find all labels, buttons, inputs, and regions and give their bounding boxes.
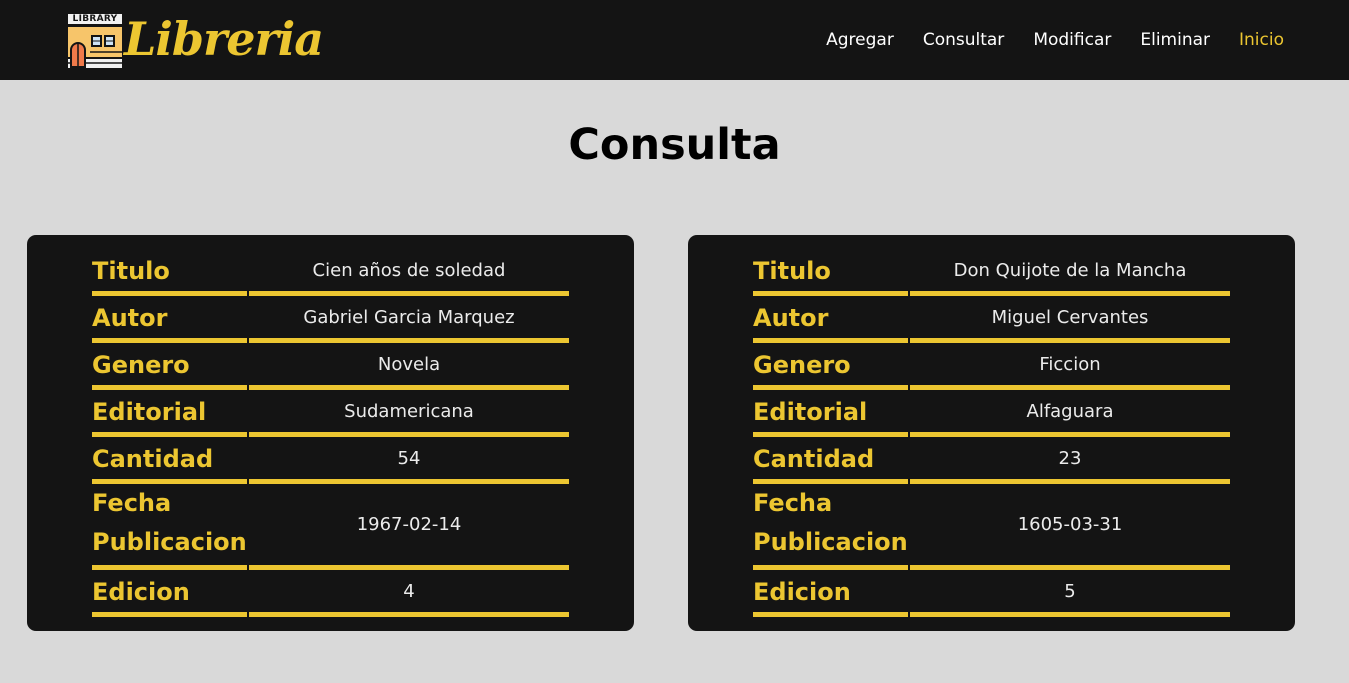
label-fecha-publicacion: Fecha Publicacion xyxy=(92,484,247,570)
book-details-table: Titulo Cien años de soledad Autor Gabrie… xyxy=(92,249,569,617)
value-cantidad: 23 xyxy=(910,437,1230,484)
label-cantidad: Cantidad xyxy=(92,437,247,484)
row-edicion: Edicion 5 xyxy=(753,570,1230,617)
row-cantidad: Cantidad 54 xyxy=(92,437,569,484)
row-genero: Genero Ficcion xyxy=(753,343,1230,390)
row-genero: Genero Novela xyxy=(92,343,569,390)
row-fecha-publicacion: Fecha Publicacion 1967-02-14 xyxy=(92,484,569,570)
row-titulo: Titulo Cien años de soledad xyxy=(92,249,569,296)
label-edicion: Edicion xyxy=(92,570,247,617)
nav-eliminar[interactable]: Eliminar xyxy=(1140,28,1210,52)
page-title: Consulta xyxy=(568,120,781,170)
main-nav: Agregar Consultar Modificar Eliminar Ini… xyxy=(826,28,1284,52)
nav-consultar[interactable]: Consultar xyxy=(923,28,1004,52)
nav-modificar[interactable]: Modificar xyxy=(1033,28,1111,52)
brand-name: Libreria xyxy=(124,12,324,66)
value-titulo: Cien años de soledad xyxy=(249,249,569,296)
label-titulo: Titulo xyxy=(753,249,908,296)
label-editorial: Editorial xyxy=(753,390,908,437)
row-autor: Autor Gabriel Garcia Marquez xyxy=(92,296,569,343)
nav-inicio[interactable]: Inicio xyxy=(1239,28,1284,52)
label-autor: Autor xyxy=(92,296,247,343)
book-card: Titulo Don Quijote de la Mancha Autor Mi… xyxy=(688,235,1295,631)
navbar: LIBRARY Libreria Agregar Consultar Modif… xyxy=(0,0,1349,80)
value-genero: Ficcion xyxy=(910,343,1230,390)
library-badge: LIBRARY xyxy=(66,12,124,26)
value-cantidad: 54 xyxy=(249,437,569,484)
label-edicion: Edicion xyxy=(753,570,908,617)
row-edicion: Edicion 4 xyxy=(92,570,569,617)
label-cantidad: Cantidad xyxy=(753,437,908,484)
book-details-table: Titulo Don Quijote de la Mancha Autor Mi… xyxy=(753,249,1230,617)
row-editorial: Editorial Alfaguara xyxy=(753,390,1230,437)
library-building-icon xyxy=(66,26,124,70)
nav-agregar[interactable]: Agregar xyxy=(826,28,894,52)
row-editorial: Editorial Sudamericana xyxy=(92,390,569,437)
value-titulo: Don Quijote de la Mancha xyxy=(910,249,1230,296)
value-editorial: Sudamericana xyxy=(249,390,569,437)
label-genero: Genero xyxy=(753,343,908,390)
label-fecha-publicacion: Fecha Publicacion xyxy=(753,484,908,570)
value-fecha-publicacion: 1605-03-31 xyxy=(910,484,1230,570)
value-edicion: 5 xyxy=(910,570,1230,617)
row-autor: Autor Miguel Cervantes xyxy=(753,296,1230,343)
value-autor: Miguel Cervantes xyxy=(910,296,1230,343)
label-genero: Genero xyxy=(92,343,247,390)
value-edicion: 4 xyxy=(249,570,569,617)
row-titulo: Titulo Don Quijote de la Mancha xyxy=(753,249,1230,296)
book-card: Titulo Cien años de soledad Autor Gabrie… xyxy=(27,235,634,631)
row-fecha-publicacion: Fecha Publicacion 1605-03-31 xyxy=(753,484,1230,570)
label-editorial: Editorial xyxy=(92,390,247,437)
value-fecha-publicacion: 1967-02-14 xyxy=(249,484,569,570)
value-genero: Novela xyxy=(249,343,569,390)
value-editorial: Alfaguara xyxy=(910,390,1230,437)
label-titulo: Titulo xyxy=(92,249,247,296)
brand-logo[interactable]: LIBRARY Libreria xyxy=(66,12,324,74)
value-autor: Gabriel Garcia Marquez xyxy=(249,296,569,343)
row-cantidad: Cantidad 23 xyxy=(753,437,1230,484)
label-autor: Autor xyxy=(753,296,908,343)
